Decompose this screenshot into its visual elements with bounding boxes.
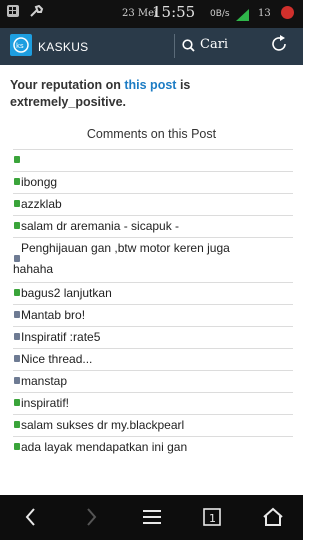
comment-text: bagus2 lanjutkan	[21, 286, 112, 300]
bbm-icon	[7, 5, 19, 20]
home-button[interactable]	[260, 505, 286, 529]
reputation-dot	[14, 222, 20, 229]
comments-title: Comments on this Post	[86, 127, 217, 141]
record-icon	[281, 6, 294, 19]
comment-text: Penghijauan gan ,btw motor keren juga	[21, 241, 230, 255]
reputation-prefix: Your reputation on	[10, 78, 121, 92]
comment-row: salam dr aremania - sicapuk -	[13, 215, 293, 237]
battery-level: 13	[258, 8, 271, 19]
tabs-icon: 1	[203, 508, 221, 526]
comment-row: inspiratif!	[13, 392, 293, 414]
app-header: ks KASKUS Cari	[0, 28, 303, 65]
comment-row: Nice thread...	[13, 348, 293, 370]
browser-nav-bar: 1	[0, 495, 303, 540]
comment-text: ada layak mendapatkan ini gan	[21, 440, 188, 454]
reputation-dot	[14, 200, 20, 207]
wrench-icon	[30, 4, 44, 20]
page-content: Your reputation on this post is extremel…	[0, 65, 303, 495]
reputation-dot	[14, 443, 20, 450]
comment-text: Mantab bro!	[21, 308, 86, 322]
comment-text: azzklab	[21, 197, 62, 211]
comment-row: manstap	[13, 370, 293, 392]
header-divider	[174, 34, 175, 58]
comment-row	[13, 149, 293, 171]
status-speed: 0B/s	[210, 9, 230, 19]
comment-row: Penghijauan gan ,btw motor keren juga hah…	[13, 237, 293, 282]
reputation-dot	[14, 311, 20, 318]
comment-text: Nice thread...	[21, 352, 93, 366]
search-icon	[182, 39, 195, 52]
reputation-dot	[14, 333, 20, 340]
reputation-dot	[14, 255, 20, 262]
comment-text-continued: hahaha	[13, 262, 54, 276]
comment-text: Inspiratif :rate5	[21, 330, 101, 344]
reputation-dot	[14, 178, 20, 185]
reputation-dot	[14, 377, 20, 384]
signal-icon	[236, 6, 250, 21]
reputation-dot	[14, 156, 20, 163]
status-time: 15:55	[152, 3, 196, 21]
comment-text: inspiratif!	[21, 396, 70, 410]
brand-title: KASKUS	[38, 40, 89, 54]
tabs-button[interactable]: 1	[199, 505, 225, 529]
comment-text: manstap	[21, 374, 68, 388]
comment-row: Mantab bro!	[13, 304, 293, 326]
refresh-button[interactable]	[268, 33, 290, 55]
forward-icon	[87, 508, 97, 526]
back-button[interactable]	[18, 505, 44, 529]
status-bar: 23 Mei 15:55 0B/s 13	[0, 0, 303, 28]
menu-icon	[143, 510, 161, 524]
forward-button[interactable]	[78, 505, 104, 529]
comment-row: bagus2 lanjutkan	[13, 282, 293, 304]
comment-text: ibongg	[21, 175, 58, 189]
comment-row: salam sukses dr my.blackpearl	[13, 414, 293, 436]
kaskus-logo-icon[interactable]: ks	[10, 34, 32, 56]
reputation-dot	[14, 289, 20, 296]
reputation-message: Your reputation on this post is extremel…	[10, 77, 295, 111]
comment-row: ibongg	[13, 171, 293, 193]
comment-row: azzklab	[13, 193, 293, 215]
comment-text: salam sukses dr my.blackpearl	[21, 418, 185, 432]
comment-row: ada layak mendapatkan ini gan	[13, 436, 293, 458]
reputation-dot	[14, 421, 20, 428]
menu-button[interactable]	[139, 505, 165, 529]
home-icon	[263, 507, 283, 526]
comment-text: salam dr aremania - sicapuk -	[21, 219, 180, 233]
tabs-count: 1	[209, 512, 216, 525]
this-post-link[interactable]: this post	[124, 78, 176, 92]
back-icon	[25, 508, 35, 526]
comment-row: Inspiratif :rate5	[13, 326, 293, 348]
reputation-dot	[14, 355, 20, 362]
reputation-dot	[14, 399, 20, 406]
refresh-icon	[272, 35, 286, 51]
svg-text:ks: ks	[16, 42, 24, 50]
search-label: Cari	[200, 37, 229, 52]
comments-list: ibongg azzklab salam dr aremania - sicap…	[13, 149, 293, 458]
